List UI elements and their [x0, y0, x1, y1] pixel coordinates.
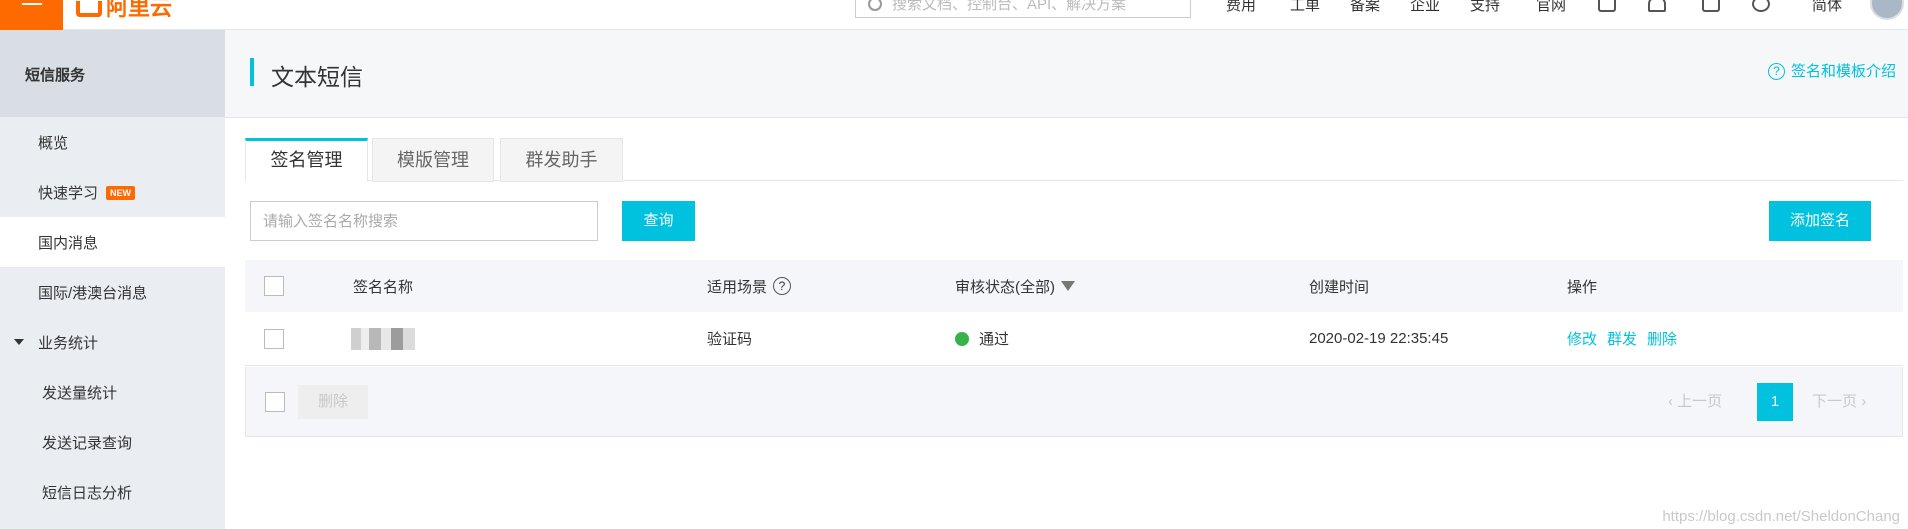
table-row: 验证码 通过 2020-02-19 22:35:45 修改 群发 删除: [245, 312, 1903, 366]
tab-signature[interactable]: 签名管理: [245, 138, 368, 182]
signature-search-box: [250, 201, 598, 241]
page-header: 文本短信 ? 签名和模板介绍: [225, 30, 1908, 118]
status-cell: 通过: [955, 312, 1009, 365]
col-created: 创建时间: [1309, 278, 1370, 296]
question-icon: ?: [1767, 63, 1785, 80]
nav-fees[interactable]: 费用: [1226, 0, 1256, 15]
sidebar-item-domestic[interactable]: 国内消息: [0, 217, 225, 267]
page-number[interactable]: 1: [1757, 383, 1793, 421]
sidebar: 短信服务 概览 快速学习 NEW 国内消息 国际/港澳台消息 业务统计 发送量统计…: [0, 30, 225, 529]
table-header: 签名名称 适用场景? 审核状态(全部) 创建时间 操作: [245, 260, 1903, 312]
caret-down-icon: [14, 339, 24, 345]
nav-support[interactable]: 支持: [1470, 0, 1500, 15]
global-search[interactable]: 搜索文档、控制台、API、解决方案: [855, 0, 1191, 18]
signature-name-cell: [351, 312, 415, 365]
bulk-send-link[interactable]: 群发: [1607, 328, 1637, 349]
col-scene: 适用场景?: [707, 260, 792, 312]
nav-tickets[interactable]: 工单: [1290, 0, 1320, 15]
watermark: https://blog.csdn.net/SheldonChang: [1662, 508, 1900, 525]
nav-enterprise[interactable]: 企业: [1410, 0, 1440, 15]
col-status[interactable]: 审核状态(全部): [955, 260, 1075, 312]
hamburger-icon: [22, 3, 42, 5]
question-icon[interactable]: ?: [773, 277, 792, 295]
sidebar-item-statistics[interactable]: 业务统计: [0, 317, 225, 367]
menu-button[interactable]: [0, 0, 63, 30]
sidebar-item-label: 快速学习: [38, 185, 99, 202]
sidebar-item-quick-start[interactable]: 快速学习 NEW: [0, 167, 225, 217]
status-dot-icon: [955, 331, 969, 346]
cart-icon[interactable]: [1702, 0, 1720, 12]
prev-page-button[interactable]: ‹ 上一页: [1668, 383, 1722, 421]
next-page-button[interactable]: 下一页 ›: [1812, 383, 1866, 421]
add-signature-button[interactable]: 添加签名: [1769, 201, 1871, 241]
status-badge: 通过: [979, 331, 1010, 348]
sidebar-item-international[interactable]: 国际/港澳台消息: [0, 267, 225, 317]
redacted-signature-name: [351, 327, 415, 350]
title-accent-bar: [250, 58, 254, 86]
footer-checkbox-cell: [265, 367, 285, 437]
global-search-placeholder: 搜索文档、控制台、API、解决方案: [892, 0, 1127, 13]
col-signature-name: 签名名称: [353, 278, 414, 296]
footer-select-checkbox[interactable]: [265, 392, 285, 412]
new-badge: NEW: [106, 186, 136, 200]
signature-template-help-link[interactable]: ? 签名和模板介绍: [1767, 60, 1896, 81]
sidebar-item-log-analysis[interactable]: 短信日志分析: [0, 467, 225, 517]
nav-icp[interactable]: 备案: [1350, 0, 1380, 15]
select-all-cell: [264, 260, 284, 312]
row-checkbox-cell: [264, 312, 284, 365]
bell-icon[interactable]: [1648, 0, 1666, 12]
sidebar-title: 短信服务: [0, 30, 225, 117]
chevron-right-icon: ›: [1861, 393, 1867, 410]
aliyun-logo-icon: [76, 1, 102, 18]
sidebar-item-send-volume[interactable]: 发送量统计: [0, 367, 225, 417]
edit-link[interactable]: 修改: [1567, 328, 1597, 349]
table-footer: 删除 ‹ 上一页 1 下一页 ›: [245, 367, 1903, 437]
sidebar-item-send-records[interactable]: 发送记录查询: [0, 417, 225, 467]
created-time-cell: 2020-02-19 22:35:45: [1309, 330, 1449, 347]
select-all-checkbox[interactable]: [264, 276, 284, 296]
bulk-delete-button[interactable]: 删除: [298, 385, 368, 419]
row-checkbox[interactable]: [264, 328, 284, 349]
language-switch[interactable]: 简体: [1812, 0, 1842, 15]
nav-official-site[interactable]: 官网: [1536, 0, 1566, 15]
tab-bulk-send[interactable]: 群发助手: [500, 138, 623, 182]
query-button[interactable]: 查询: [622, 201, 695, 241]
chevron-left-icon: ‹: [1668, 393, 1673, 410]
scene-cell: 验证码: [707, 331, 753, 348]
signature-search-input[interactable]: [251, 202, 597, 240]
search-icon: [868, 0, 882, 11]
top-bar: 阿里云 搜索文档、控制台、API、解决方案 费用 工单 备案 企业 支持 官网 …: [0, 0, 1908, 30]
help-icon[interactable]: [1752, 0, 1770, 12]
col-actions: 操作: [1567, 278, 1598, 296]
tab-bar: 签名管理 模版管理 群发助手: [245, 138, 1903, 182]
actions-cell: 修改 群发 删除: [1567, 312, 1687, 365]
tab-template[interactable]: 模版管理: [372, 138, 494, 182]
page-title: 文本短信: [271, 64, 363, 90]
delete-link[interactable]: 删除: [1647, 328, 1677, 349]
avatar[interactable]: [1870, 0, 1904, 20]
filter-icon[interactable]: [1061, 281, 1075, 291]
aliyun-logo[interactable]: 阿里云: [76, 0, 172, 22]
sidebar-item-overview[interactable]: 概览: [0, 117, 225, 167]
screen-icon[interactable]: [1598, 0, 1616, 12]
